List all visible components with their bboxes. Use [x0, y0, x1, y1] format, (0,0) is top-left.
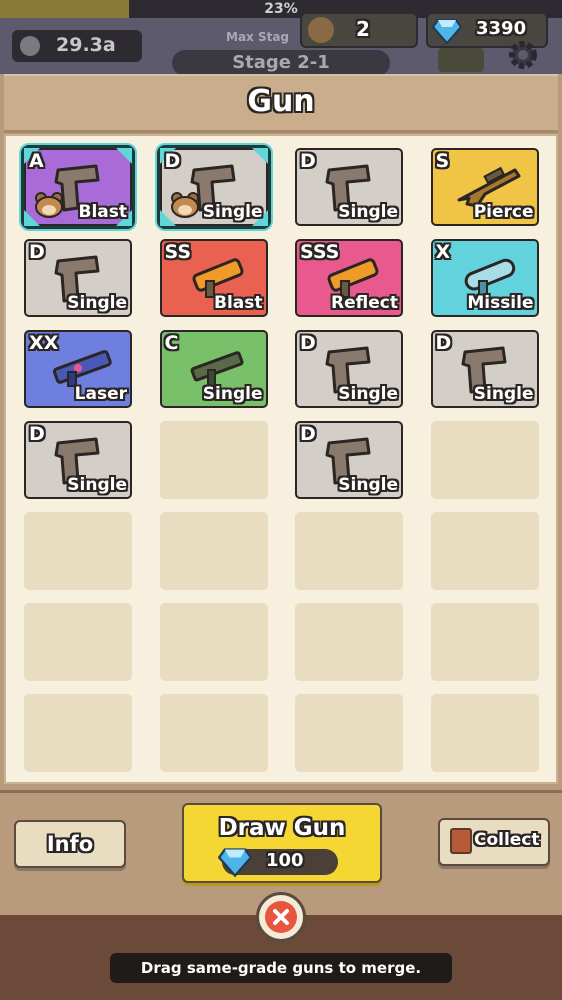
hamster-icon	[308, 17, 334, 43]
gun-type: Single	[202, 384, 263, 404]
gem-icon	[432, 19, 462, 44]
panel-title: Gun	[247, 84, 315, 119]
coin-icon	[20, 36, 40, 56]
close-button[interactable]	[256, 892, 306, 942]
gun-grade: X	[435, 241, 451, 263]
gun-card[interactable]: D Single	[156, 145, 271, 229]
gun-card[interactable]: D Single	[295, 148, 403, 226]
gun-card[interactable]: C Single	[159, 330, 268, 408]
gun-card[interactable]: D Single	[295, 330, 403, 408]
hint-toast: Drag same-grade guns to merge.	[110, 953, 452, 983]
info-button-label: Info	[46, 832, 94, 856]
gun-grade: D	[435, 332, 452, 354]
draw-cost-value: 100	[266, 850, 304, 871]
gun-type: Single	[67, 293, 127, 313]
hamster-counter: 2	[300, 12, 418, 48]
draw-gun-cost: 100	[218, 848, 338, 878]
hamster-icon	[170, 192, 200, 218]
draw-gun-label: Draw Gun	[218, 815, 346, 841]
gun-type: Blast	[213, 293, 263, 313]
gun-grade: D	[300, 150, 316, 172]
gun-card[interactable]: X Missile	[430, 239, 539, 317]
gun-grade: SSS	[300, 241, 340, 263]
empty-slot[interactable]	[430, 603, 539, 681]
close-icon	[265, 901, 297, 933]
gun-grade: D	[300, 423, 316, 445]
battery-icon	[438, 48, 484, 72]
empty-slot[interactable]	[159, 694, 268, 772]
empty-slot[interactable]	[430, 512, 539, 590]
empty-slot[interactable]	[24, 512, 132, 590]
hamster-icon	[34, 192, 64, 218]
coin-counter: 29.3a	[12, 30, 142, 62]
gun-card[interactable]: SS Blast	[159, 239, 268, 317]
stage-label: Stage 2-1	[232, 52, 330, 73]
empty-slot[interactable]	[24, 603, 132, 681]
empty-slot[interactable]	[159, 512, 268, 590]
empty-slot[interactable]	[430, 421, 539, 499]
gun-grade: D	[300, 332, 316, 354]
selection-corner	[251, 148, 268, 164]
book-icon	[450, 828, 472, 854]
gun-card[interactable]: D Single	[24, 421, 132, 499]
gun-card[interactable]: D Single	[430, 330, 539, 408]
empty-slot[interactable]	[295, 512, 403, 590]
gun-type: Single	[338, 384, 398, 404]
gun-grade: S	[435, 150, 450, 172]
gun-grade: A	[29, 150, 44, 172]
hamster-count: 2	[356, 17, 370, 41]
collect-button[interactable]: Collect	[438, 818, 550, 866]
gun-type: Single	[338, 202, 398, 222]
gun-card[interactable]: S Pierce	[430, 148, 539, 226]
gun-grade: C	[164, 332, 179, 354]
gun-type: Pierce	[473, 202, 534, 222]
gun-grade: SS	[164, 241, 192, 263]
gun-grade: D	[29, 423, 45, 445]
gem-icon	[218, 848, 252, 878]
gun-type: Single	[67, 475, 127, 495]
coin-value: 29.3a	[56, 34, 116, 56]
empty-slot[interactable]	[159, 421, 268, 499]
hint-text: Drag same-grade guns to merge.	[140, 959, 422, 977]
gun-card[interactable]: XX Laser	[24, 330, 132, 408]
gun-type: Missile	[467, 293, 534, 313]
panel-header: Gun	[4, 74, 558, 133]
gun-grid: A Blast D Single D Single S Pierce D Single SS Blas…	[4, 134, 558, 784]
gun-type: Single	[202, 202, 263, 222]
gun-card[interactable]: D Single	[24, 239, 132, 317]
gun-grade: XX	[29, 332, 59, 354]
info-button[interactable]: Info	[14, 820, 126, 868]
gun-grade: D	[164, 150, 181, 172]
gun-card[interactable]: D Single	[295, 421, 403, 499]
empty-slot[interactable]	[295, 694, 403, 772]
gun-card[interactable]: SSS Reflect	[295, 239, 403, 317]
gun-panel: Gun A Blast D Single D Single S Pierce D Single SS…	[0, 74, 562, 790]
gun-type: Laser	[74, 384, 127, 404]
max-stage-label: Max Stag	[226, 30, 290, 44]
draw-gun-button[interactable]: Draw Gun 100	[182, 803, 382, 883]
top-hud: 23% 29.3a Max Stag Stage 2-1 2 3390	[0, 0, 562, 76]
gun-type: Blast	[78, 202, 127, 222]
gun-card[interactable]: A Blast	[21, 145, 135, 229]
empty-slot[interactable]	[159, 603, 268, 681]
selection-corner	[116, 148, 132, 164]
stage-indicator: Stage 2-1	[172, 50, 390, 76]
empty-slot[interactable]	[24, 694, 132, 772]
gear-icon	[509, 41, 537, 69]
collect-button-label: Collect	[474, 830, 540, 850]
gun-type: Single	[473, 384, 534, 404]
gun-type: Reflect	[331, 293, 398, 313]
gun-type: Single	[338, 475, 398, 495]
empty-slot[interactable]	[430, 694, 539, 772]
empty-slot[interactable]	[295, 603, 403, 681]
gun-grade: D	[29, 241, 45, 263]
gem-count: 3390	[476, 18, 527, 39]
